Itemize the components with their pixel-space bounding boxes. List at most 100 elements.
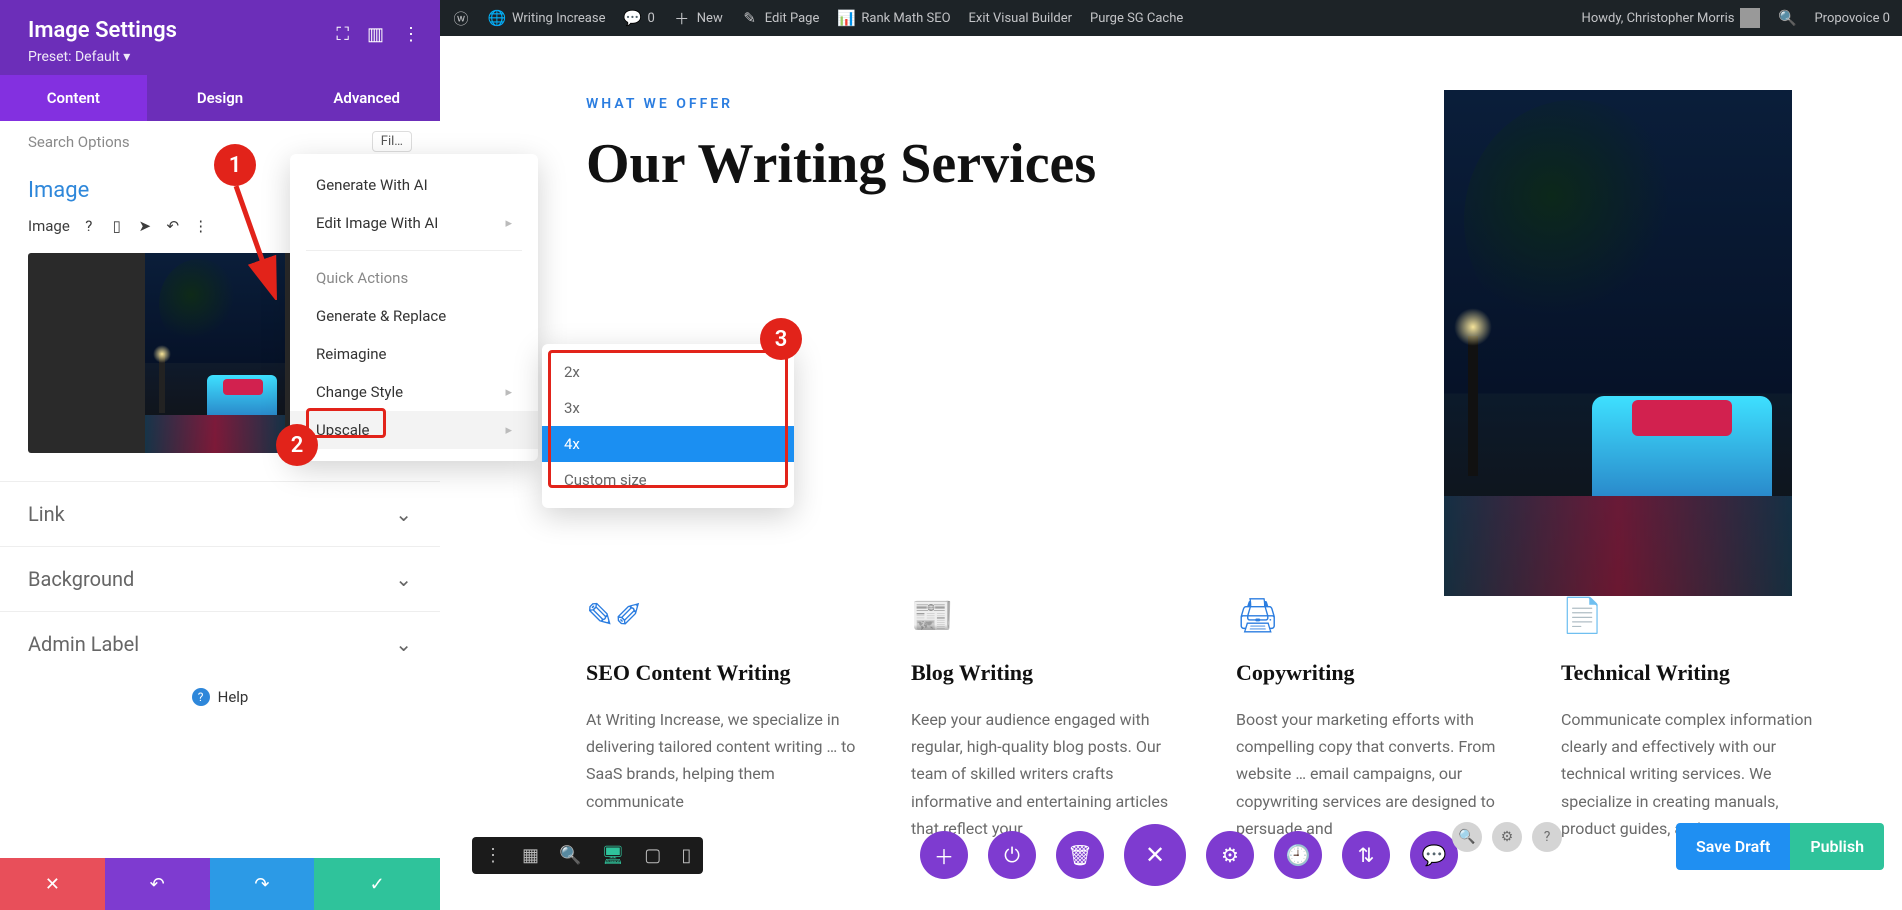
undo-icon[interactable]: ↶ bbox=[164, 217, 182, 235]
propovoice-link[interactable]: Propovoice 0 bbox=[1814, 11, 1890, 26]
menu-upscale[interactable]: Upscale▸ bbox=[290, 411, 538, 449]
filter-button[interactable]: Fil… bbox=[372, 131, 412, 152]
submenu-4x[interactable]: 4x bbox=[542, 426, 794, 462]
confirm-button[interactable]: ✓ bbox=[314, 858, 440, 910]
submenu-2x[interactable]: 2x bbox=[542, 354, 794, 390]
hero-image[interactable] bbox=[1444, 90, 1792, 596]
print-icon: 🖨 bbox=[1236, 596, 1507, 636]
undo-button[interactable]: ↶ bbox=[105, 858, 210, 910]
upscale-submenu: 2x 3x 4x Custom size bbox=[542, 344, 794, 508]
menu-generate-replace[interactable]: Generate & Replace bbox=[290, 297, 538, 335]
annotation-3: 3 bbox=[760, 318, 802, 360]
avatar bbox=[1740, 8, 1760, 28]
menu-edit-ai[interactable]: Edit Image With AI▸ bbox=[290, 204, 538, 242]
sidebar-footer: ✕ ↶ ↷ ✓ bbox=[0, 858, 440, 910]
desktop-icon[interactable]: 🖥 bbox=[601, 845, 624, 866]
exit-builder-link[interactable]: Exit Visual Builder bbox=[969, 11, 1072, 26]
expand-icon[interactable]: ⛶ bbox=[336, 24, 349, 45]
publish-bar: Save Draft Publish bbox=[1676, 823, 1884, 870]
menu-change-style[interactable]: Change Style▸ bbox=[290, 373, 538, 411]
preset-dropdown[interactable]: Preset: Default ▾ bbox=[28, 49, 412, 65]
mini-gear-icon[interactable]: ⚙ bbox=[1492, 822, 1522, 852]
builder-toolbar: ＋ ⏻ 🗑 ✕ ⚙ 🕘 ⇅ 💬 bbox=[920, 824, 1458, 886]
mini-help-icon[interactable]: ? bbox=[1532, 822, 1562, 852]
sidebar-tabs: Content Design Advanced bbox=[0, 75, 440, 121]
service-body: Keep your audience engaged with regular,… bbox=[911, 706, 1182, 842]
doc-icon: 📄 bbox=[1561, 596, 1832, 636]
accordion-background[interactable]: Background⌄ bbox=[0, 546, 440, 611]
annotation-1: 1 bbox=[214, 144, 256, 186]
edit-page-link[interactable]: ✎Edit Page bbox=[741, 9, 820, 27]
close-builder-button[interactable]: ✕ bbox=[1124, 824, 1186, 886]
submenu-3x[interactable]: 3x bbox=[542, 390, 794, 426]
zoom-icon[interactable]: 🔍 bbox=[559, 845, 581, 866]
service-blog: 📰 Blog Writing Keep your audience engage… bbox=[911, 596, 1182, 842]
settings-button[interactable]: ⚙ bbox=[1206, 831, 1254, 879]
service-body: Communicate complex information clearly … bbox=[1561, 706, 1832, 842]
chevron-right-icon: ▸ bbox=[505, 385, 512, 400]
accordion-link[interactable]: Link⌄ bbox=[0, 481, 440, 546]
chevron-right-icon: ▸ bbox=[505, 423, 512, 438]
service-title: SEO Content Writing bbox=[586, 660, 857, 686]
publish-button[interactable]: Publish bbox=[1790, 823, 1884, 870]
dots-icon[interactable]: ⋮ bbox=[484, 845, 502, 866]
new-link[interactable]: ＋New bbox=[673, 9, 723, 27]
cancel-button[interactable]: ✕ bbox=[0, 858, 105, 910]
save-draft-button[interactable]: Save Draft bbox=[1676, 823, 1790, 870]
image-label: Image bbox=[28, 217, 70, 235]
kebab-icon[interactable]: ⋮ bbox=[402, 24, 420, 45]
howdy-user[interactable]: Howdy, Christopher Morris bbox=[1582, 8, 1761, 28]
tab-advanced[interactable]: Advanced bbox=[293, 75, 440, 121]
sort-button[interactable]: ⇅ bbox=[1342, 831, 1390, 879]
help-link[interactable]: ?Help bbox=[0, 676, 440, 726]
power-button[interactable]: ⏻ bbox=[988, 831, 1036, 879]
tablet-icon[interactable]: ▢ bbox=[644, 845, 661, 866]
submenu-custom[interactable]: Custom size bbox=[542, 462, 794, 498]
tools-icon: ✎✐ bbox=[586, 596, 857, 636]
cursor-icon[interactable]: ➤ bbox=[136, 217, 154, 235]
chevron-right-icon: ▸ bbox=[505, 216, 512, 231]
service-seo: ✎✐ SEO Content Writing At Writing Increa… bbox=[586, 596, 857, 842]
tab-design[interactable]: Design bbox=[147, 75, 294, 121]
accordion-admin-label[interactable]: Admin Label⌄ bbox=[0, 611, 440, 676]
device-toolbar: ⋮ ▦ 🔍 🖥 ▢ ▯ bbox=[472, 837, 703, 874]
panel-icon[interactable]: ▥ bbox=[367, 24, 384, 45]
wp-admin-bar: ⓦ 🌐Writing Increase 💬0 ＋New ✎Edit Page 📊… bbox=[440, 0, 1902, 36]
blog-icon: 📰 bbox=[911, 596, 1182, 636]
image-context-menu: Generate With AI Edit Image With AI▸ Qui… bbox=[290, 154, 538, 461]
chevron-down-icon: ⌄ bbox=[395, 567, 412, 591]
search-icon[interactable]: 🔍 bbox=[1778, 9, 1796, 27]
service-title: Copywriting bbox=[1236, 660, 1507, 686]
mini-search-icon[interactable]: 🔍 bbox=[1452, 822, 1482, 852]
annotation-arrow bbox=[228, 180, 288, 300]
wp-logo[interactable]: ⓦ bbox=[452, 9, 470, 27]
help-icon[interactable]: ? bbox=[80, 217, 98, 235]
menu-quick-heading: Quick Actions bbox=[290, 259, 538, 297]
kebab-small-icon[interactable]: ⋮ bbox=[192, 217, 210, 235]
annotation-2: 2 bbox=[276, 424, 318, 466]
chevron-down-icon: ⌄ bbox=[395, 632, 412, 656]
wireframe-icon[interactable]: ▦ bbox=[522, 845, 539, 866]
history-button[interactable]: 🕘 bbox=[1274, 831, 1322, 879]
help-badge-icon: ? bbox=[192, 688, 210, 706]
chat-button[interactable]: 💬 bbox=[1410, 831, 1458, 879]
comments-link[interactable]: 💬0 bbox=[623, 9, 654, 27]
tab-content[interactable]: Content bbox=[0, 75, 147, 121]
site-name[interactable]: 🌐Writing Increase bbox=[488, 9, 605, 27]
service-title: Blog Writing bbox=[911, 660, 1182, 686]
add-button[interactable]: ＋ bbox=[920, 831, 968, 879]
search-options[interactable]: Search Options bbox=[28, 133, 130, 151]
rankmath-link[interactable]: 📊Rank Math SEO bbox=[837, 9, 950, 27]
chevron-down-icon: ⌄ bbox=[395, 502, 412, 526]
sidebar-header: Image Settings Preset: Default ▾ ⛶ ▥ ⋮ bbox=[0, 0, 440, 75]
service-title: Technical Writing bbox=[1561, 660, 1832, 686]
services-row: ✎✐ SEO Content Writing At Writing Increa… bbox=[586, 596, 1832, 842]
menu-reimagine[interactable]: Reimagine bbox=[290, 335, 538, 373]
trash-button[interactable]: 🗑 bbox=[1056, 831, 1104, 879]
redo-button[interactable]: ↷ bbox=[210, 858, 315, 910]
service-copy: 🖨 Copywriting Boost your marketing effor… bbox=[1236, 596, 1507, 842]
phone-icon[interactable]: ▯ bbox=[108, 217, 126, 235]
purge-cache-link[interactable]: Purge SG Cache bbox=[1090, 11, 1183, 26]
mobile-icon[interactable]: ▯ bbox=[681, 845, 691, 866]
menu-generate-ai[interactable]: Generate With AI bbox=[290, 166, 538, 204]
